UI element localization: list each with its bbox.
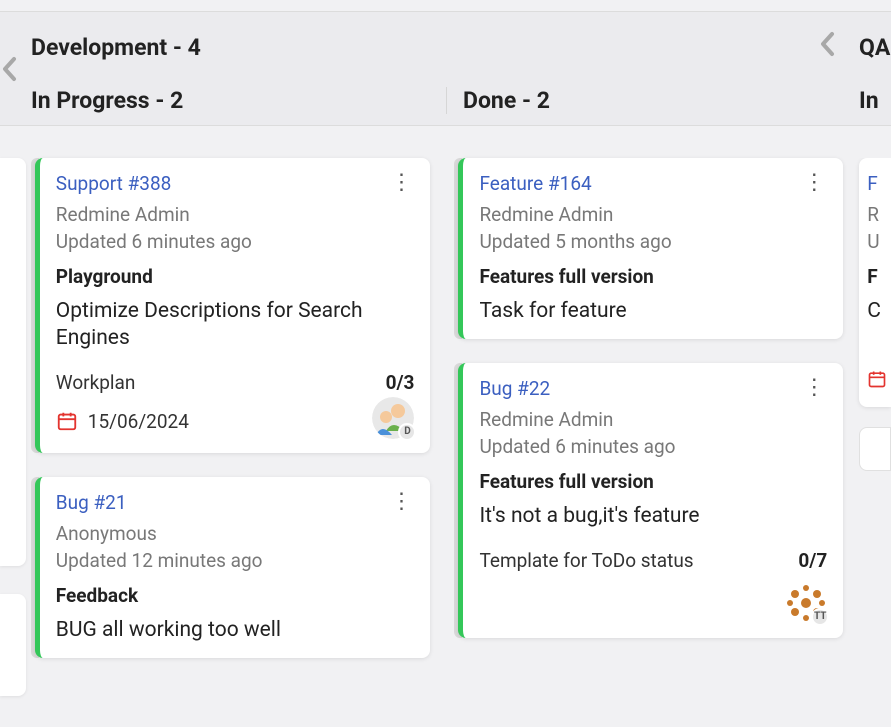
issue-tracker: Support (56, 172, 123, 195)
card-partial-right[interactable]: F R U F C (859, 158, 891, 407)
due-date-text: 15/06/2024 (88, 410, 189, 433)
lane-in-progress: Support #388 ⋮ Redmine Admin Updated 6 m… (26, 158, 439, 724)
board-body: Support #388 ⋮ Redmine Admin Updated 6 m… (0, 126, 891, 724)
issue-id: #21 (93, 491, 126, 514)
chevron-left-icon (1, 56, 19, 82)
column-qa-title: QA (859, 34, 890, 61)
card-menu-button[interactable]: ⋮ (801, 172, 827, 194)
avatar-badge: D (398, 423, 416, 441)
card[interactable]: Bug #21 ⋮ Anonymous Updated 12 minutes a… (31, 477, 431, 658)
card-author: Redmine Admin (479, 203, 827, 226)
card-author: R (867, 203, 891, 226)
partial-card-left[interactable] (0, 594, 26, 696)
card-version: Playground (56, 265, 415, 288)
checklist-name: Template for ToDo status (479, 549, 693, 572)
subcolumn-inprogress-title: In Progress - 2 (31, 87, 183, 114)
card-checklist[interactable]: Template for ToDo status 0/7 (479, 549, 827, 572)
left-gutter (0, 158, 26, 724)
card-menu-button[interactable]: ⋮ (801, 377, 827, 399)
empty-drop-zone[interactable] (859, 427, 891, 471)
card[interactable]: Feature #164 ⋮ Redmine Admin Updated 5 m… (454, 158, 843, 339)
card-version: F (867, 265, 891, 288)
card-author: Redmine Admin (56, 203, 415, 226)
card-menu-button[interactable]: ⋮ (388, 172, 414, 194)
issue-id: #22 (517, 377, 550, 400)
card-subject: BUG all working too well (56, 617, 415, 644)
issue-link[interactable]: F (867, 172, 878, 195)
card-subject: C (867, 298, 891, 325)
calendar-icon (867, 369, 887, 389)
chevron-left-icon (819, 31, 837, 57)
collapse-column-button[interactable] (819, 31, 837, 64)
card-subject: Task for feature (479, 298, 827, 325)
avatar-badge: TT (811, 608, 829, 626)
card-author: Redmine Admin (479, 408, 827, 431)
assignee-avatar[interactable]: D (372, 397, 414, 439)
card-version: Features full version (479, 470, 827, 493)
card-updated: Updated 6 minutes ago (56, 230, 415, 253)
card-subject: Optimize Descriptions for Search Engines (56, 298, 415, 353)
card-version: Feedback (56, 584, 415, 607)
checklist-count: 0/7 (798, 549, 827, 572)
issue-id: #388 (128, 172, 172, 195)
checklist-count: 0/3 (386, 371, 415, 394)
issue-tracker: Feature (479, 172, 543, 195)
partial-card-left[interactable] (0, 158, 26, 566)
calendar-icon (56, 410, 78, 432)
issue-link[interactable]: Bug #21 (56, 491, 127, 514)
assignee-avatar[interactable]: TT (785, 582, 827, 624)
issue-link[interactable]: Feature #164 (479, 172, 591, 195)
board-header: Development - 4 In Progress - 2 Done - 2… (0, 11, 891, 126)
issue-link[interactable]: Bug #22 (479, 377, 550, 400)
column-development: Development - 4 In Progress - 2 Done - 2 (19, 12, 851, 125)
card-updated: Updated 5 months ago (479, 230, 827, 253)
subcolumn-done-title: Done - 2 (463, 87, 550, 114)
scroll-left-button[interactable] (0, 12, 19, 125)
card[interactable]: Support #388 ⋮ Redmine Admin Updated 6 m… (31, 158, 431, 453)
lane-done: Feature #164 ⋮ Redmine Admin Updated 5 m… (438, 158, 851, 724)
card-updated: Updated 12 minutes ago (56, 549, 415, 572)
card-checklist[interactable]: Workplan 0/3 (56, 371, 415, 394)
column-development-title: Development - 4 (31, 34, 201, 61)
issue-tracker: Bug (56, 491, 89, 514)
card[interactable]: Bug #22 ⋮ Redmine Admin Updated 6 minute… (454, 363, 843, 637)
lane-qa-peek: F R U F C (851, 158, 891, 724)
card-updated: U (867, 230, 891, 253)
checklist-name: Workplan (56, 371, 136, 394)
issue-link[interactable]: Support #388 (56, 172, 172, 195)
card-version: Features full version (479, 265, 827, 288)
issue-tracker: Bug (479, 377, 512, 400)
card-subject: It's not a bug,it's feature (479, 503, 827, 530)
column-qa: QA In (851, 12, 891, 125)
issue-id: #164 (548, 172, 592, 195)
card-author: Anonymous (56, 522, 415, 545)
subcolumn-qa-sub: In (859, 87, 879, 114)
card-updated: Updated 6 minutes ago (479, 435, 827, 458)
card-menu-button[interactable]: ⋮ (388, 491, 414, 513)
